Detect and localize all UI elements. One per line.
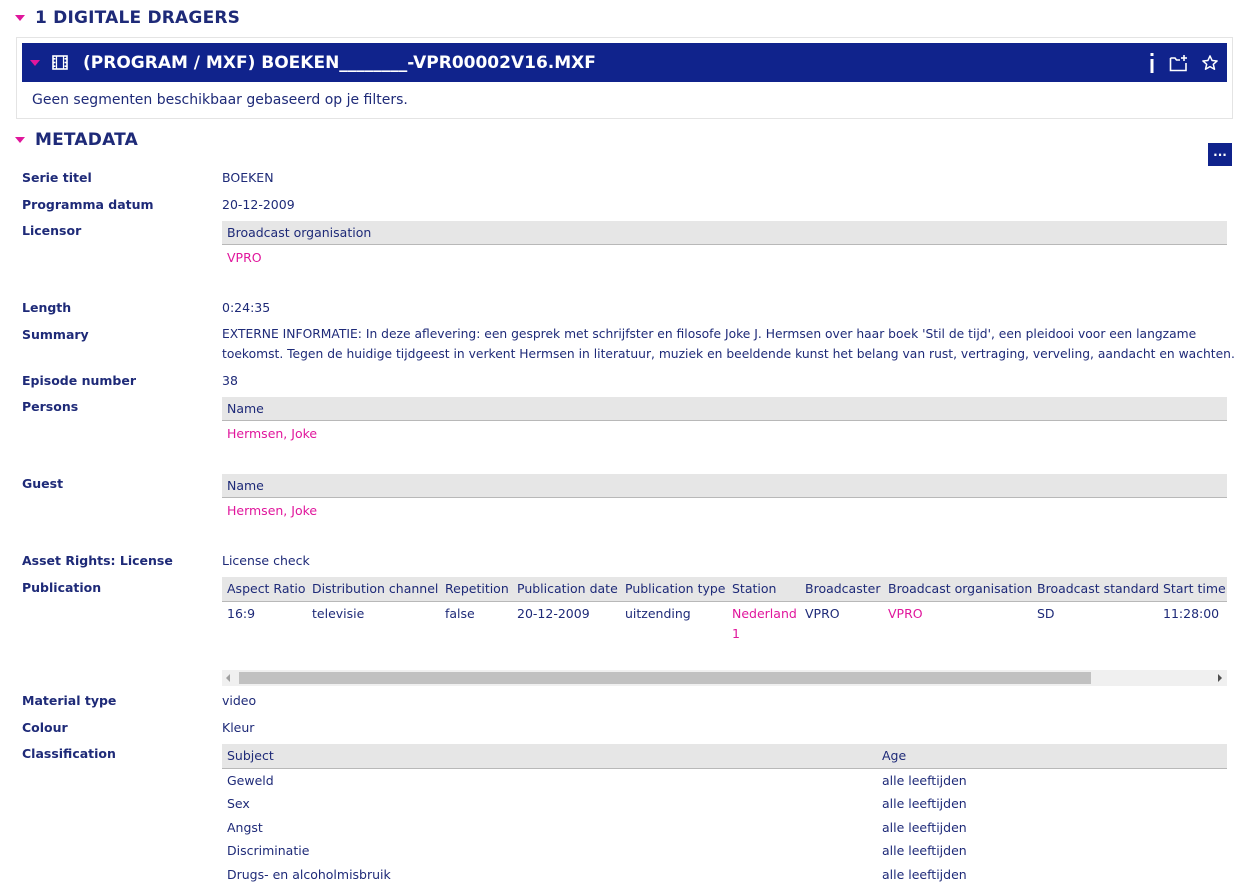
summary-line-2: toekomst. Tegen de huidige tijdgeest in … [222,347,1235,361]
guest-table-header: Name [222,474,1227,498]
column-header-publication-type[interactable]: Publication type [625,581,726,596]
asset-rights-value: License check [222,553,310,568]
classification-subject: Drugs- en alcoholmisbruik [227,867,391,882]
classification-age: alle leeftijden [882,773,967,788]
publication-table-header: Aspect Ratio Distribution channel Repeti… [222,577,1227,602]
colour-value: Kleur [222,720,255,735]
column-header-repetition[interactable]: Repetition [445,581,509,596]
publication-label: Publication [22,580,102,595]
broadcast-standard-cell: SD [1037,606,1055,621]
episode-number-label: Episode number [22,373,136,388]
scrollbar-thumb[interactable] [239,672,1091,684]
metadata-section-header[interactable]: METADATA [15,130,138,150]
column-header-publication-date[interactable]: Publication date [517,581,618,596]
persons-link[interactable]: Hermsen, Joke [227,426,317,441]
column-header-broadcast-standard[interactable]: Broadcast standard [1037,581,1159,596]
aspect-ratio-cell: 16:9 [227,606,256,621]
episode-number-value: 38 [222,373,238,388]
film-icon [52,55,68,70]
programma-datum-value: 20-12-2009 [222,197,295,212]
licensor-column-header: Broadcast organisation [227,225,372,240]
summary-line-1: EXTERNE INFORMATIE: In deze aflevering: … [222,327,1197,341]
classification-label: Classification [22,746,116,761]
scroll-left-arrow-icon[interactable] [226,674,230,682]
more-options-button[interactable]: ··· [1208,143,1232,166]
material-type-value: video [222,693,257,708]
start-time-cell: 11:28:00 [1163,606,1220,621]
colour-label: Colour [22,720,68,735]
programma-datum-label: Programma datum [22,197,154,212]
persons-label: Persons [22,399,79,414]
column-header-age: Age [882,748,907,763]
add-to-folder-icon[interactable] [1168,51,1190,75]
carrier-file-bar[interactable]: (PROGRAM / MXF) BOEKEN________-VPR00002V… [22,43,1227,82]
broadcast-organisation-link[interactable]: VPRO [888,606,923,621]
classification-subject: Discriminatie [227,843,310,858]
licensor-table-header: Broadcast organisation [222,221,1227,245]
collapse-triangle-icon[interactable] [30,59,40,66]
classification-age: alle leeftijden [882,867,967,882]
classification-age: alle leeftijden [882,820,967,835]
serie-titel-label: Serie titel [22,170,92,185]
guest-link[interactable]: Hermsen, Joke [227,503,317,518]
collapse-triangle-icon[interactable] [15,15,25,21]
guest-label: Guest [22,476,64,491]
classification-subject: Angst [227,820,263,835]
repetition-cell: false [445,606,475,621]
asset-rights-label: Asset Rights: License [22,553,173,568]
serie-titel-value: BOEKEN [222,170,274,185]
scroll-right-arrow-icon[interactable] [1218,674,1222,682]
persons-column-header: Name [227,401,264,416]
publication-type-cell: uitzending [625,606,691,621]
collapse-triangle-icon[interactable] [15,137,25,143]
star-icon[interactable] [1199,51,1221,75]
broadcaster-cell: VPRO [805,606,840,621]
distribution-channel-cell: televisie [312,606,365,621]
licensor-label: Licensor [22,223,82,238]
classification-age: alle leeftijden [882,843,967,858]
persons-table-header: Name [222,397,1227,421]
column-header-subject: Subject [227,748,274,763]
column-header-broadcaster[interactable]: Broadcaster [805,581,880,596]
guest-column-header: Name [227,478,264,493]
column-header-station[interactable]: Station [732,581,776,596]
metadata-section-title: METADATA [35,130,138,150]
column-header-distribution-channel[interactable]: Distribution channel [312,581,438,596]
carrier-file-title[interactable]: (PROGRAM / MXF) BOEKEN________-VPR00002V… [83,53,596,73]
publication-table-row: 16:9 televisie false 20-12-2009 uitzendi… [222,601,1227,661]
length-label: Length [22,300,72,315]
carriers-section-title: 1 DIGITALE DRAGERS [35,8,241,28]
material-type-label: Material type [22,693,117,708]
column-header-start-time[interactable]: Start time [1163,581,1226,596]
length-value: 0:24:35 [222,300,271,315]
summary-label: Summary [22,327,89,342]
publication-date-cell: 20-12-2009 [517,606,590,621]
column-header-aspect-ratio[interactable]: Aspect Ratio [227,581,306,596]
station-link[interactable]: Nederland [732,606,797,621]
classification-subject: Sex [227,796,250,811]
carriers-section-header[interactable]: 1 DIGITALE DRAGERS [15,8,240,28]
classification-age: alle leeftijden [882,796,967,811]
column-header-broadcast-organisation[interactable]: Broadcast organisation [888,581,1032,596]
station-link-continued[interactable]: 1 [732,626,740,641]
publication-horizontal-scrollbar[interactable] [222,670,1227,686]
no-segments-message: Geen segmenten beschikbaar gebaseerd op … [32,92,408,108]
info-icon[interactable] [1144,51,1160,75]
classification-subject: Geweld [227,773,274,788]
classification-table-header: Subject Age [222,744,1227,769]
licensor-link[interactable]: VPRO [227,250,262,265]
